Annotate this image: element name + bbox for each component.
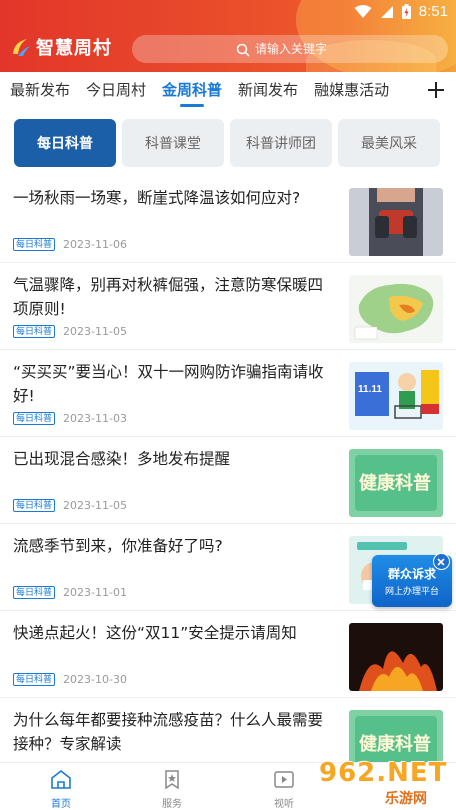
ad-title: 群众诉求 <box>387 567 436 581</box>
tab-media-events[interactable]: 融媒惠活动 <box>306 72 397 110</box>
news-date: 2023-11-05 <box>63 325 127 338</box>
news-thumbnail-health-science: 健康科普 <box>349 449 443 517</box>
app-header: 8:51 智慧周村 <box>0 0 456 72</box>
search-icon <box>236 42 250 57</box>
nav-label: 首页 <box>51 799 71 810</box>
news-date: 2023-11-06 <box>63 238 127 251</box>
plus-icon[interactable] <box>426 80 446 100</box>
news-title: 气温骤降，别再对秋裤倔强，注意防寒保暖四项原则! <box>13 276 324 318</box>
news-title: 流感季节到来，你准备好了吗? <box>13 537 223 555</box>
status-bar: 8:51 <box>0 0 456 26</box>
tabs-fade <box>394 72 428 110</box>
search-input[interactable] <box>255 42 405 56</box>
app-title: 智慧周村 <box>36 38 112 59</box>
news-list: 一场秋雨一场寒，断崖式降温该如何应对? 每日科普 2023-11-06 气温骤降… <box>0 176 456 785</box>
tab-today-zhoucun[interactable]: 今日周村 <box>78 72 154 110</box>
site-watermark: 962.NET 乐游网 <box>315 758 456 810</box>
subtab-best-style[interactable]: 最美风采 <box>338 119 440 167</box>
category-tag: 每日科普 <box>13 238 56 251</box>
news-thumbnail-fire <box>349 623 443 691</box>
category-tag: 每日科普 <box>13 586 56 599</box>
thumb-text-health: 健康科普 <box>359 733 431 755</box>
news-meta: 每日科普 2023-11-05 <box>13 325 127 338</box>
battery-icon <box>401 4 411 19</box>
news-date: 2023-10-30 <box>63 673 127 686</box>
subtab-lecturers[interactable]: 科普讲师团 <box>230 119 332 167</box>
news-item[interactable]: 一场秋雨一场寒，断崖式降温该如何应对? 每日科普 2023-11-06 <box>0 176 456 263</box>
channel-tabs: 最新发布 今日周村 金周科普 新闻发布 融媒惠活动 <box>0 72 456 110</box>
clock: 8:51 <box>418 3 448 20</box>
ad-subtitle: 网上办理平台 <box>384 587 439 597</box>
search-bar[interactable] <box>132 35 448 63</box>
news-thumbnail-shopping-cart: 11.11 <box>349 362 443 430</box>
nav-home[interactable]: 首页 <box>36 769 86 810</box>
nav-label: 视听 <box>274 799 294 810</box>
thumb-text-1111: 11.11 <box>358 384 382 395</box>
news-meta: 每日科普 2023-10-30 <box>13 673 127 686</box>
subtab-daily-science[interactable]: 每日科普 <box>14 119 116 167</box>
news-thumbnail-cold-person <box>349 188 443 256</box>
news-meta: 每日科普 2023-11-05 <box>13 499 127 512</box>
category-tag: 每日科普 <box>13 673 56 686</box>
nav-service[interactable]: 服务 <box>147 769 197 810</box>
category-tag: 每日科普 <box>13 412 56 425</box>
news-title: 快递点起火！这份“双11”安全提示请周知 <box>13 624 297 642</box>
news-date: 2023-11-03 <box>63 412 127 425</box>
bookmark-star-icon <box>162 769 182 793</box>
subtab-science-class[interactable]: 科普课堂 <box>122 119 224 167</box>
home-icon <box>50 769 72 793</box>
news-title: 已出现混合感染！多地发布提醒 <box>13 450 231 468</box>
video-icon <box>273 769 295 793</box>
wifi-icon <box>354 4 372 19</box>
category-tag: 每日科普 <box>13 499 56 512</box>
news-date: 2023-11-05 <box>63 499 127 512</box>
thumb-text-health: 健康科普 <box>359 472 431 494</box>
sub-category-tabs: 每日科普 科普课堂 科普讲师团 最美风采 <box>14 119 442 167</box>
news-item[interactable]: “买买买”要当心！双十一网购防诈骗指南请收好! 每日科普 2023-11-03 … <box>0 350 456 437</box>
category-tag: 每日科普 <box>13 325 56 338</box>
news-date: 2023-11-01 <box>63 586 127 599</box>
news-title: 为什么每年都要接种流感疫苗？什么人最需要接种？专家解读 <box>13 711 324 753</box>
tab-news-release[interactable]: 新闻发布 <box>230 72 306 110</box>
tab-latest[interactable]: 最新发布 <box>0 72 78 110</box>
news-meta: 每日科普 2023-11-03 <box>13 412 127 425</box>
news-meta: 每日科普 2023-11-01 <box>13 586 127 599</box>
tab-science[interactable]: 金周科普 <box>154 72 230 110</box>
status-icons: 8:51 <box>354 3 448 20</box>
swoosh-logo-icon <box>10 36 32 58</box>
signal-icon <box>380 5 394 19</box>
nav-label: 服务 <box>162 799 182 810</box>
news-meta: 每日科普 2023-11-06 <box>13 238 127 251</box>
watermark-logo-text: 962.NET <box>319 758 448 788</box>
watermark-site-name: 乐游网 <box>385 791 427 807</box>
news-item[interactable]: 已出现混合感染！多地发布提醒 每日科普 2023-11-05 健康科普 <box>0 437 456 524</box>
news-title: 一场秋雨一场寒，断崖式降温该如何应对? <box>13 189 301 207</box>
news-item[interactable]: 气温骤降，别再对秋裤倔强，注意防寒保暖四项原则! 每日科普 2023-11-05 <box>0 263 456 350</box>
news-title: “买买买”要当心！双十一网购防诈骗指南请收好! <box>13 363 324 405</box>
app-logo: 智慧周村 <box>10 34 112 60</box>
close-icon[interactable] <box>433 553 450 570</box>
news-thumbnail-weather-map <box>349 275 443 343</box>
nav-video[interactable]: 视听 <box>259 769 309 810</box>
news-item[interactable]: 快递点起火！这份“双11”安全提示请周知 每日科普 2023-10-30 <box>0 611 456 698</box>
